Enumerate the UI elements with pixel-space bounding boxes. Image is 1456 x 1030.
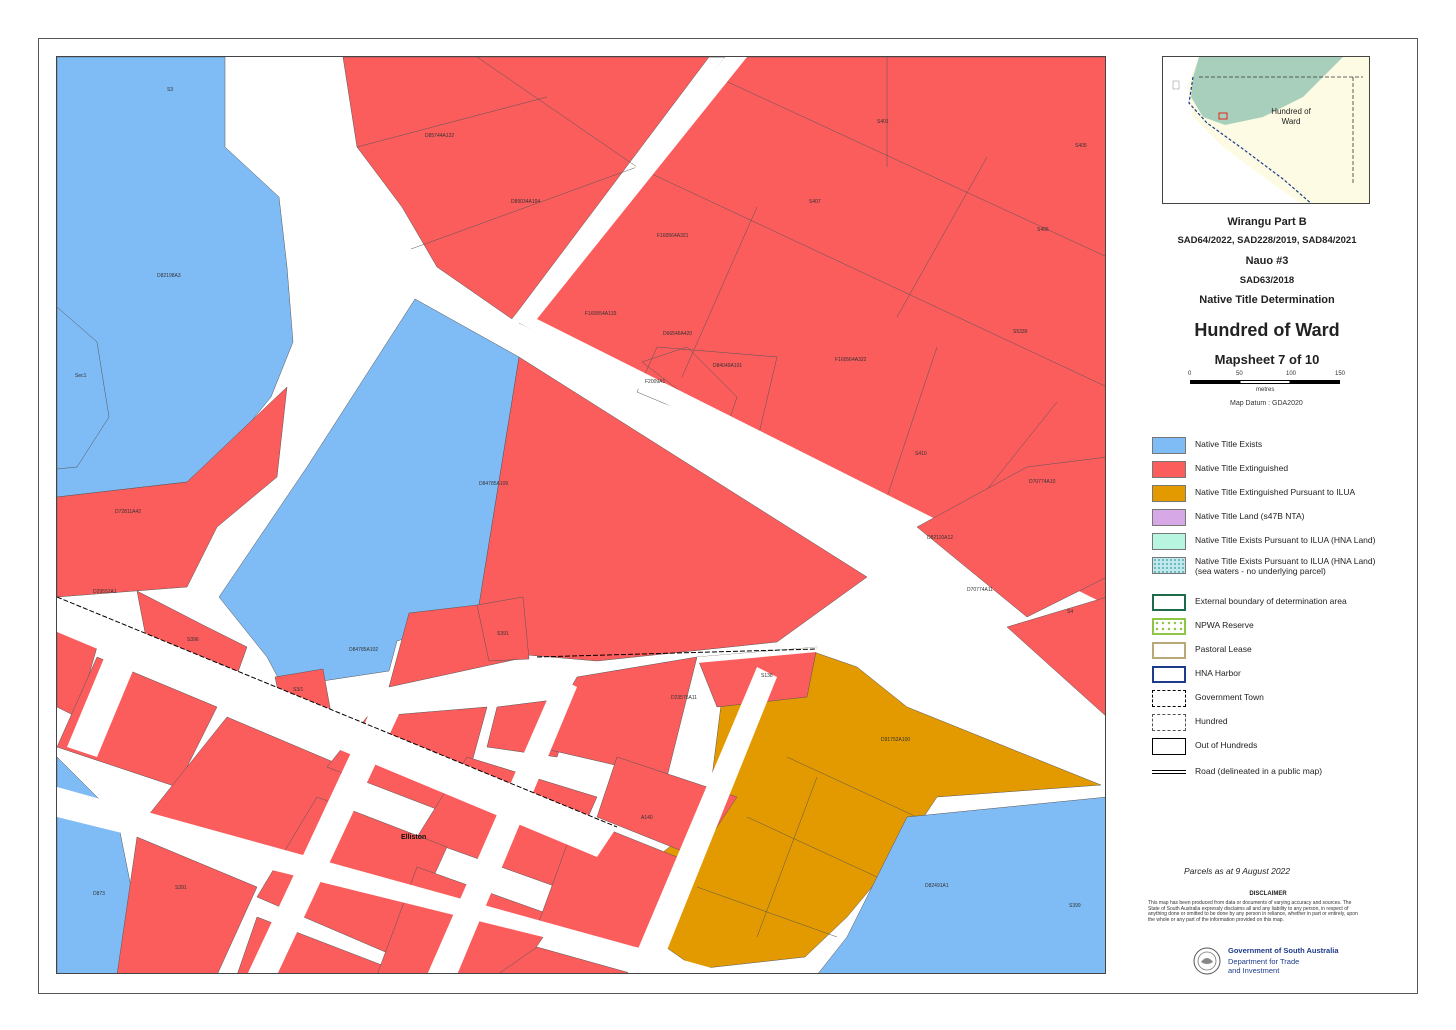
parcel-label: F160564A322 xyxy=(835,357,867,363)
legend-panel: Hundred of Ward Wirangu Part B SAD64/202… xyxy=(1128,56,1406,986)
parcel-label: S138 xyxy=(761,673,773,679)
disclaimer-title: DISCLAIMER xyxy=(1249,891,1287,897)
parcel-label: D29552A1 xyxy=(93,589,117,595)
parcel-label: D84785A109 xyxy=(479,481,508,487)
scale-bar xyxy=(1190,380,1340,384)
parcel-label: S396 xyxy=(187,637,199,643)
parcel-label: D89034A104 xyxy=(511,199,540,205)
parcel-label: F2009A1 xyxy=(645,379,666,385)
legend-swatch xyxy=(1152,509,1186,526)
legend-swatch xyxy=(1152,533,1186,550)
parcel-label: S405 xyxy=(1075,143,1087,149)
scale-tick: 100 xyxy=(1286,371,1297,377)
map-canvas[interactable]: S3 D82198A3 Sec1 D85744A122 D89034A104 F… xyxy=(57,57,1106,974)
government-logo-block: Government of South Australia Department… xyxy=(1192,944,1392,978)
sa-crest-icon xyxy=(1193,947,1221,975)
parcel-label: D85744A122 xyxy=(425,133,454,139)
parcel-label: S3 xyxy=(167,87,173,93)
inset-label: Hundred of Ward xyxy=(1271,107,1311,126)
parcel-label: S391 xyxy=(175,885,187,891)
scale-tick: 50 xyxy=(1236,371,1243,377)
parcel-label: D84049A101 xyxy=(713,363,742,369)
parcel-label: D72811A42 xyxy=(115,509,141,515)
parcel-label: D84785A102 xyxy=(349,647,378,653)
title-claim-1-refs: SAD64/2022, SAD228/2019, SAD84/2021 xyxy=(1177,235,1357,246)
parcel-label: A140 xyxy=(641,815,653,821)
legend-item-government-town: Government Town xyxy=(1152,690,1402,708)
legend-item-pastoral-lease: Pastoral Lease xyxy=(1152,642,1402,660)
parcel-label: D82110A12 xyxy=(927,535,953,541)
legend-item-native-title-land: Native Title Land (s47B NTA) xyxy=(1152,509,1402,527)
title-claim-1: Wirangu Part B xyxy=(1227,216,1307,228)
legend-item-ilua-extinguished: Native Title Extinguished Pursuant to IL… xyxy=(1152,485,1402,503)
legend-item-hna-harbor: HNA Harbor xyxy=(1152,666,1402,684)
parcel-label: S407 xyxy=(809,199,821,205)
legend-item-out-of-hundreds: Out of Hundreds xyxy=(1152,738,1402,756)
legend-swatch xyxy=(1152,666,1186,683)
title-claim-2: Nauo #3 xyxy=(1245,255,1289,267)
parcel-label: Sec1 xyxy=(75,373,87,379)
disclaimer-text: This map has been produced from data or … xyxy=(1148,900,1358,923)
legend-swatch xyxy=(1152,437,1186,454)
parcel-label: S406 xyxy=(1037,227,1049,233)
town-label: Elliston xyxy=(401,834,426,841)
parcel-label: D91752A100 xyxy=(881,737,910,743)
legend-item-hna-land: Native Title Exists Pursuant to ILUA (HN… xyxy=(1152,533,1402,551)
parcel-label: D873 xyxy=(93,891,105,897)
parcel-label: S401 xyxy=(877,119,889,125)
parcel-label: S3/1 xyxy=(293,687,304,693)
legend-swatch xyxy=(1152,738,1186,755)
legend-item-native-title-extinguished: Native Title Extinguished xyxy=(1152,461,1402,479)
inset-map-canvas xyxy=(1163,57,1369,203)
legend-item-native-title-exists: Native Title Exists xyxy=(1152,437,1402,455)
legend-item-road: Road (delineated in a public map) xyxy=(1152,764,1402,782)
parcel-label: D82198A3 xyxy=(157,273,181,279)
title-mapsheet: Mapsheet 7 of 10 xyxy=(1214,352,1320,367)
parcel-label: F160564A321 xyxy=(657,233,689,239)
legend-swatch xyxy=(1152,714,1186,731)
legend-swatch xyxy=(1152,642,1186,659)
gov-name: Government of South Australia xyxy=(1228,946,1339,955)
legend-item-external-boundary: External boundary of determination area xyxy=(1152,594,1402,612)
legend-swatch xyxy=(1152,618,1186,635)
parcel-label: D66546A420 xyxy=(663,331,692,337)
legend-swatch xyxy=(1152,690,1186,707)
legend-item-hundred: Hundred xyxy=(1152,714,1402,732)
scale-tick: 0 xyxy=(1188,371,1192,377)
parcel-label: S5339 xyxy=(1013,329,1028,335)
parcel-label: D23575A11 xyxy=(671,695,697,701)
map-view[interactable]: S3 D82198A3 Sec1 D85744A122 D89034A104 F… xyxy=(56,56,1106,974)
parcel-label: S399 xyxy=(1069,903,1081,909)
gov-dept-line1: Department for Trade xyxy=(1228,957,1300,966)
scale-unit: metres xyxy=(1256,387,1275,393)
legend-swatch xyxy=(1152,461,1186,478)
parcel-label: D70774A11 xyxy=(967,587,993,593)
parcel-label: S391 xyxy=(497,631,509,637)
title-determination: Native Title Determination xyxy=(1199,294,1335,306)
parcel-label: F160554A133 xyxy=(585,311,617,317)
legend-swatch xyxy=(1152,594,1186,611)
title-claim-2-refs: SAD63/2018 xyxy=(1239,275,1295,286)
parcel-label: D82491A1 xyxy=(925,883,949,889)
scale-tick: 150 xyxy=(1335,371,1346,377)
legend-swatch xyxy=(1152,770,1186,774)
legend-item-npwa-reserve: NPWA Reserve xyxy=(1152,618,1402,636)
parcel-label: S410 xyxy=(915,451,927,457)
legend-swatch xyxy=(1152,485,1186,502)
inset-map: Hundred of Ward xyxy=(1162,56,1370,204)
parcels-date: Parcels as at 9 August 2022 xyxy=(1184,866,1291,876)
title-hundred: Hundred of Ward xyxy=(1194,320,1340,340)
legend-item-hna-sea: Native Title Exists Pursuant to ILUA (HN… xyxy=(1152,557,1402,576)
gov-dept-line2: and Investment xyxy=(1228,966,1280,975)
map-datum: Map Datum : GDA2020 xyxy=(1230,400,1303,407)
parcel-label: S4 xyxy=(1067,609,1073,615)
legend-swatch xyxy=(1152,557,1186,574)
parcel-label: D70774A10 xyxy=(1029,479,1056,485)
